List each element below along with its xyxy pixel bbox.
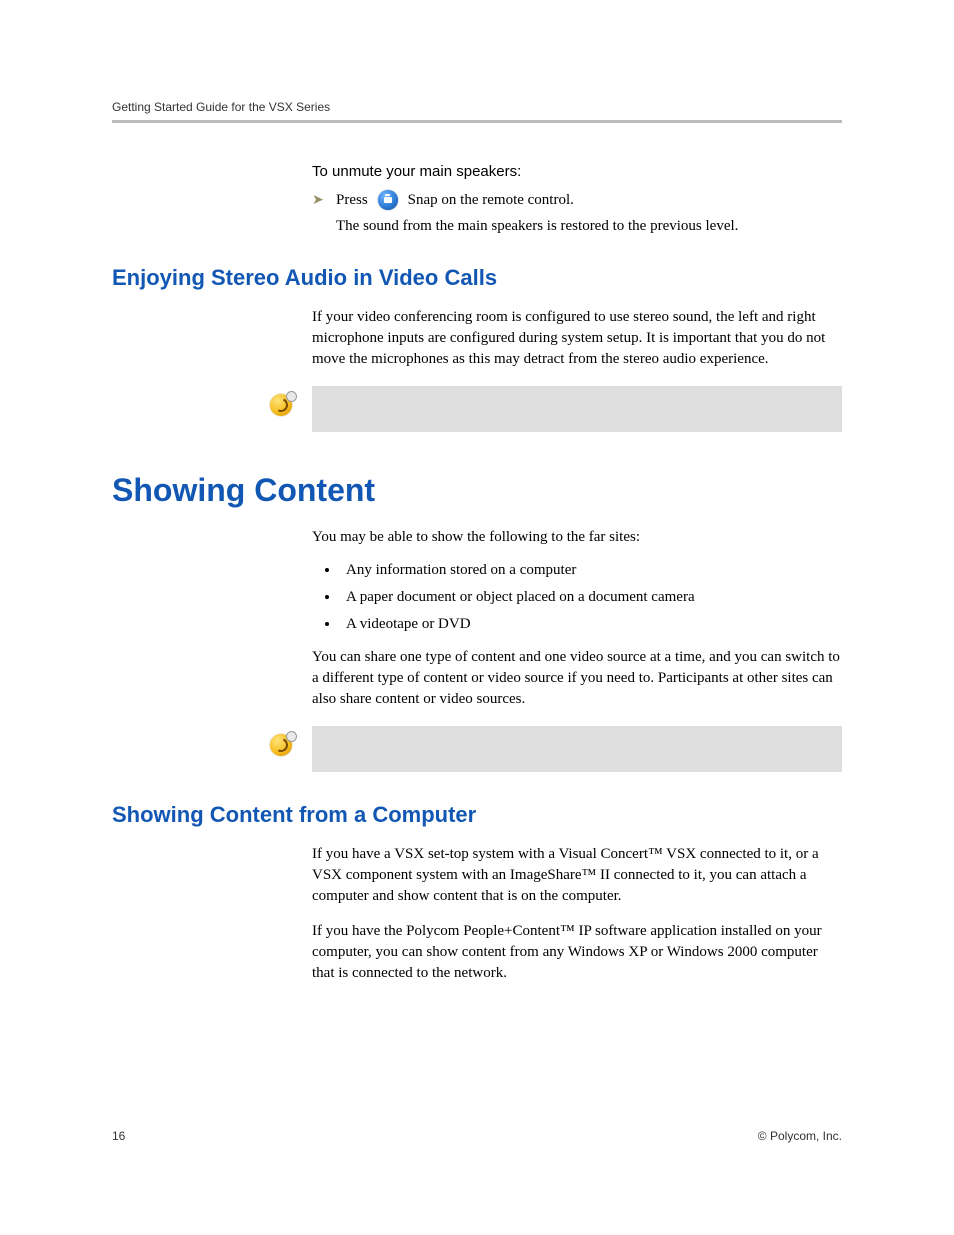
list-item: A paper document or object placed on a d…	[340, 589, 842, 606]
note-box	[312, 726, 842, 772]
unmute-intro: To unmute your main speakers:	[312, 163, 842, 180]
showing-intro: You may be able to show the following to…	[312, 527, 842, 548]
showing-after: You can share one type of content and on…	[312, 647, 842, 710]
list-item: A videotape or DVD	[340, 616, 842, 633]
note-icon	[270, 734, 294, 758]
arrow-bullet-icon: ➤	[312, 192, 326, 209]
running-header: Getting Started Guide for the VSX Series	[112, 100, 842, 123]
unmute-result: The sound from the main speakers is rest…	[336, 218, 842, 235]
showing-content-heading: Showing Content	[112, 472, 842, 509]
note-box	[312, 386, 842, 432]
showing-bullets: Any information stored on a computer A p…	[312, 562, 842, 633]
note-row-2	[112, 726, 842, 772]
stereo-heading: Enjoying Stereo Audio in Video Calls	[112, 265, 842, 291]
from-computer-heading: Showing Content from a Computer	[112, 802, 842, 828]
stereo-body: If your video conferencing room is confi…	[312, 307, 842, 370]
from-computer-p1: If you have a VSX set-top system with a …	[312, 844, 842, 907]
unmute-step: ➤ Press Snap on the remote control.	[312, 190, 842, 210]
note-row-1	[112, 386, 842, 432]
press-label: Press	[336, 192, 368, 209]
page-number: 16	[112, 1129, 125, 1143]
note-icon	[270, 394, 294, 418]
from-computer-p2: If you have the Polycom People+Content™ …	[312, 921, 842, 984]
snap-label: Snap on the remote control.	[408, 192, 574, 209]
copyright: © Polycom, Inc.	[758, 1129, 842, 1143]
snap-button-icon	[378, 190, 398, 210]
list-item: Any information stored on a computer	[340, 562, 842, 579]
